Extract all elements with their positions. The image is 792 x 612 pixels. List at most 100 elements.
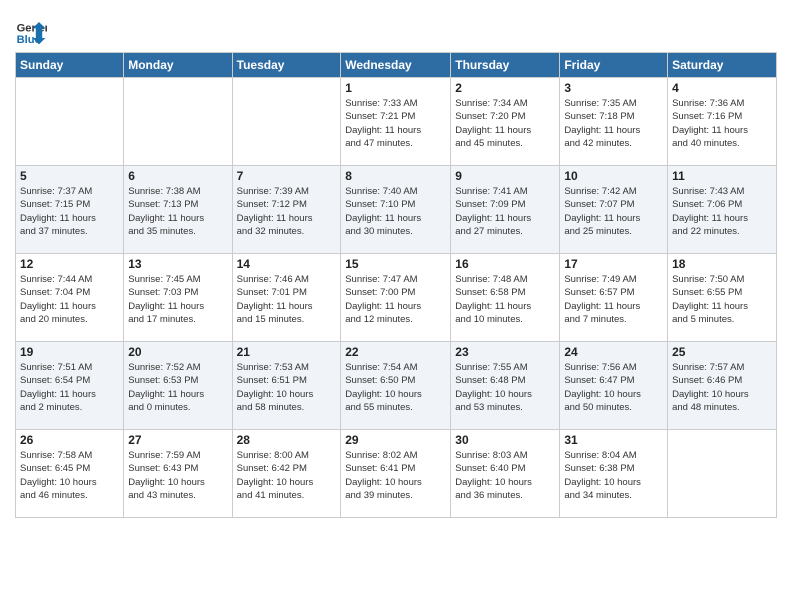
calendar-day-header: Friday [560, 53, 668, 78]
day-info: Sunrise: 7:43 AM Sunset: 7:06 PM Dayligh… [672, 185, 772, 238]
day-info: Sunrise: 7:33 AM Sunset: 7:21 PM Dayligh… [345, 97, 446, 150]
calendar-day-header: Saturday [668, 53, 777, 78]
calendar-day-header: Sunday [16, 53, 124, 78]
calendar-header-row: SundayMondayTuesdayWednesdayThursdayFrid… [16, 53, 777, 78]
day-number: 3 [564, 81, 663, 95]
calendar-table: SundayMondayTuesdayWednesdayThursdayFrid… [15, 52, 777, 518]
calendar-cell: 23 Sunrise: 7:55 AM Sunset: 6:48 PM Dayli… [451, 342, 560, 430]
day-info: Sunrise: 7:35 AM Sunset: 7:18 PM Dayligh… [564, 97, 663, 150]
day-info: Sunrise: 7:36 AM Sunset: 7:16 PM Dayligh… [672, 97, 772, 150]
day-info: Sunrise: 7:38 AM Sunset: 7:13 PM Dayligh… [128, 185, 227, 238]
day-number: 26 [20, 433, 119, 447]
day-info: Sunrise: 7:48 AM Sunset: 6:58 PM Dayligh… [455, 273, 555, 326]
calendar-cell: 28 Sunrise: 8:00 AM Sunset: 6:42 PM Dayli… [232, 430, 341, 518]
calendar-cell: 22 Sunrise: 7:54 AM Sunset: 6:50 PM Dayli… [341, 342, 451, 430]
day-number: 4 [672, 81, 772, 95]
day-info: Sunrise: 7:45 AM Sunset: 7:03 PM Dayligh… [128, 273, 227, 326]
calendar-cell: 27 Sunrise: 7:59 AM Sunset: 6:43 PM Dayli… [124, 430, 232, 518]
day-info: Sunrise: 8:02 AM Sunset: 6:41 PM Dayligh… [345, 449, 446, 502]
calendar-cell: 20 Sunrise: 7:52 AM Sunset: 6:53 PM Dayli… [124, 342, 232, 430]
calendar-cell: 3 Sunrise: 7:35 AM Sunset: 7:18 PM Daylig… [560, 78, 668, 166]
day-info: Sunrise: 7:40 AM Sunset: 7:10 PM Dayligh… [345, 185, 446, 238]
calendar-day-header: Thursday [451, 53, 560, 78]
calendar-cell [16, 78, 124, 166]
day-number: 25 [672, 345, 772, 359]
day-number: 12 [20, 257, 119, 271]
day-number: 20 [128, 345, 227, 359]
calendar-cell: 12 Sunrise: 7:44 AM Sunset: 7:04 PM Dayli… [16, 254, 124, 342]
calendar-cell [668, 430, 777, 518]
day-number: 29 [345, 433, 446, 447]
calendar-week-row: 19Sunrise: 7:51 AM Sunset: 6:54 PM Dayli… [16, 342, 777, 430]
day-info: Sunrise: 7:34 AM Sunset: 7:20 PM Dayligh… [455, 97, 555, 150]
day-number: 9 [455, 169, 555, 183]
calendar-day-header: Monday [124, 53, 232, 78]
day-info: Sunrise: 7:56 AM Sunset: 6:47 PM Dayligh… [564, 361, 663, 414]
day-number: 5 [20, 169, 119, 183]
day-info: Sunrise: 7:41 AM Sunset: 7:09 PM Dayligh… [455, 185, 555, 238]
day-info: Sunrise: 7:51 AM Sunset: 6:54 PM Dayligh… [20, 361, 119, 414]
calendar-week-row: 5 Sunrise: 7:37 AM Sunset: 7:15 PM Daylig… [16, 166, 777, 254]
day-number: 31 [564, 433, 663, 447]
calendar-cell: 19Sunrise: 7:51 AM Sunset: 6:54 PM Dayli… [16, 342, 124, 430]
day-number: 18 [672, 257, 772, 271]
calendar-cell: 7Sunrise: 7:39 AM Sunset: 7:12 PM Daylig… [232, 166, 341, 254]
day-info: Sunrise: 7:58 AM Sunset: 6:45 PM Dayligh… [20, 449, 119, 502]
calendar-cell [232, 78, 341, 166]
day-info: Sunrise: 8:04 AM Sunset: 6:38 PM Dayligh… [564, 449, 663, 502]
calendar-cell: 18 Sunrise: 7:50 AM Sunset: 6:55 PM Dayli… [668, 254, 777, 342]
day-number: 10 [564, 169, 663, 183]
day-number: 21 [237, 345, 337, 359]
day-number: 28 [237, 433, 337, 447]
calendar-cell: 11Sunrise: 7:43 AM Sunset: 7:06 PM Dayli… [668, 166, 777, 254]
day-number: 1 [345, 81, 446, 95]
svg-text:General: General [17, 23, 47, 35]
calendar-cell: 8Sunrise: 7:40 AM Sunset: 7:10 PM Daylig… [341, 166, 451, 254]
calendar-cell: 26 Sunrise: 7:58 AM Sunset: 6:45 PM Dayli… [16, 430, 124, 518]
day-info: Sunrise: 7:57 AM Sunset: 6:46 PM Dayligh… [672, 361, 772, 414]
calendar-day-header: Wednesday [341, 53, 451, 78]
day-number: 2 [455, 81, 555, 95]
day-info: Sunrise: 7:52 AM Sunset: 6:53 PM Dayligh… [128, 361, 227, 414]
day-number: 24 [564, 345, 663, 359]
calendar-cell: 24 Sunrise: 7:56 AM Sunset: 6:47 PM Dayli… [560, 342, 668, 430]
calendar-cell: 17Sunrise: 7:49 AM Sunset: 6:57 PM Dayli… [560, 254, 668, 342]
day-number: 27 [128, 433, 227, 447]
calendar-cell: 1 Sunrise: 7:33 AM Sunset: 7:21 PM Daylig… [341, 78, 451, 166]
day-number: 16 [455, 257, 555, 271]
day-info: Sunrise: 7:54 AM Sunset: 6:50 PM Dayligh… [345, 361, 446, 414]
calendar-cell: 21 Sunrise: 7:53 AM Sunset: 6:51 PM Dayli… [232, 342, 341, 430]
day-info: Sunrise: 7:59 AM Sunset: 6:43 PM Dayligh… [128, 449, 227, 502]
calendar-week-row: 12 Sunrise: 7:44 AM Sunset: 7:04 PM Dayli… [16, 254, 777, 342]
calendar-cell: 15 Sunrise: 7:47 AM Sunset: 7:00 PM Dayli… [341, 254, 451, 342]
page-header: General Blue [15, 10, 777, 46]
calendar-cell: 13 Sunrise: 7:45 AM Sunset: 7:03 PM Dayli… [124, 254, 232, 342]
day-info: Sunrise: 7:55 AM Sunset: 6:48 PM Dayligh… [455, 361, 555, 414]
day-number: 17 [564, 257, 663, 271]
calendar-day-header: Tuesday [232, 53, 341, 78]
day-number: 15 [345, 257, 446, 271]
day-number: 22 [345, 345, 446, 359]
day-info: Sunrise: 8:00 AM Sunset: 6:42 PM Dayligh… [237, 449, 337, 502]
calendar-cell: 10 Sunrise: 7:42 AM Sunset: 7:07 PM Dayli… [560, 166, 668, 254]
day-info: Sunrise: 7:50 AM Sunset: 6:55 PM Dayligh… [672, 273, 772, 326]
day-number: 14 [237, 257, 337, 271]
calendar-cell: 6Sunrise: 7:38 AM Sunset: 7:13 PM Daylig… [124, 166, 232, 254]
calendar-cell: 9 Sunrise: 7:41 AM Sunset: 7:09 PM Daylig… [451, 166, 560, 254]
calendar-cell: 16 Sunrise: 7:48 AM Sunset: 6:58 PM Dayli… [451, 254, 560, 342]
day-number: 13 [128, 257, 227, 271]
calendar-cell: 25 Sunrise: 7:57 AM Sunset: 6:46 PM Dayli… [668, 342, 777, 430]
day-info: Sunrise: 7:53 AM Sunset: 6:51 PM Dayligh… [237, 361, 337, 414]
day-number: 30 [455, 433, 555, 447]
calendar-cell: 5 Sunrise: 7:37 AM Sunset: 7:15 PM Daylig… [16, 166, 124, 254]
calendar-cell: 29 Sunrise: 8:02 AM Sunset: 6:41 PM Dayli… [341, 430, 451, 518]
day-number: 23 [455, 345, 555, 359]
day-info: Sunrise: 7:37 AM Sunset: 7:15 PM Dayligh… [20, 185, 119, 238]
day-info: Sunrise: 7:42 AM Sunset: 7:07 PM Dayligh… [564, 185, 663, 238]
day-info: Sunrise: 8:03 AM Sunset: 6:40 PM Dayligh… [455, 449, 555, 502]
day-info: Sunrise: 7:46 AM Sunset: 7:01 PM Dayligh… [237, 273, 337, 326]
calendar-cell [124, 78, 232, 166]
day-info: Sunrise: 7:44 AM Sunset: 7:04 PM Dayligh… [20, 273, 119, 326]
calendar-cell: 30 Sunrise: 8:03 AM Sunset: 6:40 PM Dayli… [451, 430, 560, 518]
day-info: Sunrise: 7:47 AM Sunset: 7:00 PM Dayligh… [345, 273, 446, 326]
